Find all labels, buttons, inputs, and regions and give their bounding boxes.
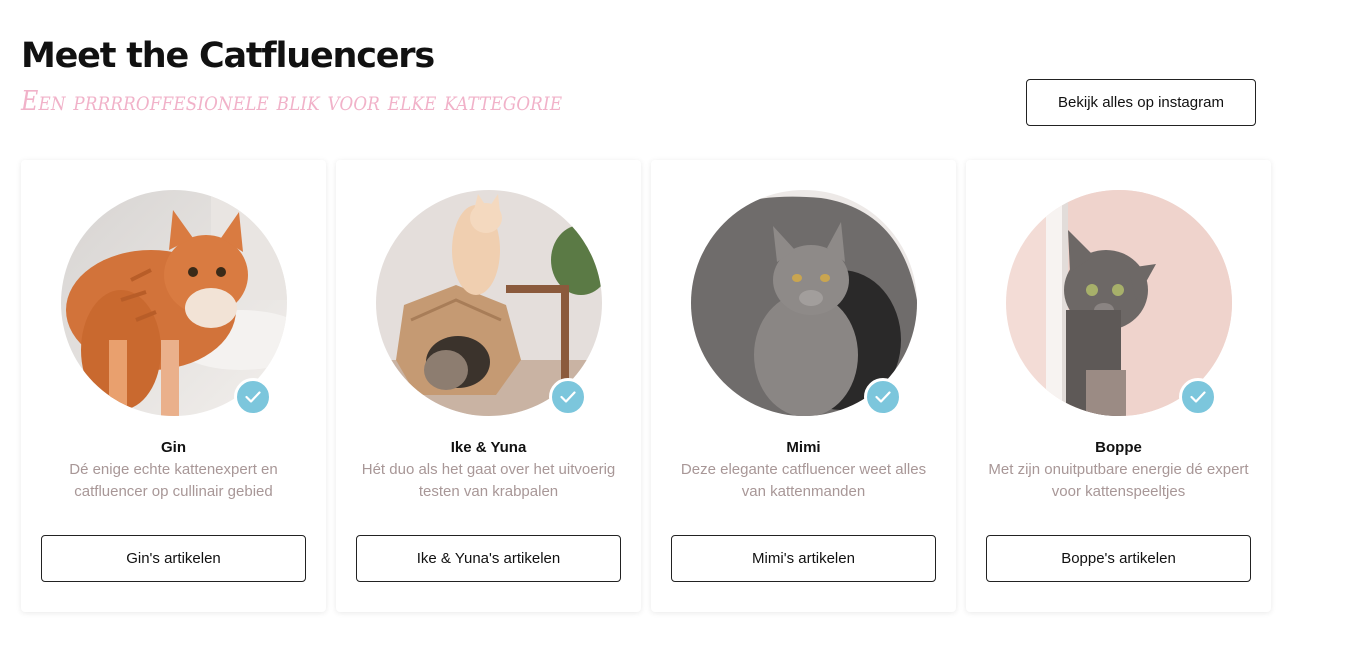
catfluencer-name: Gin bbox=[161, 439, 186, 456]
avatar-wrap bbox=[61, 190, 287, 416]
catfluencer-card-boppe: Boppe Met zijn onuitputbare energie dé e… bbox=[966, 160, 1271, 612]
catfluencer-card-gin: Gin Dé enige echte kattenexpert en catfl… bbox=[21, 160, 326, 612]
verified-check-icon bbox=[864, 378, 902, 416]
catfluencer-description: Dé enige echte kattenexpert en catfluenc… bbox=[69, 461, 278, 500]
catfluencer-name: Ike & Yuna bbox=[450, 439, 527, 456]
verified-check-icon bbox=[549, 378, 587, 416]
articles-button-gin[interactable]: Gin's artikelen bbox=[41, 535, 306, 582]
catfluencer-card-mimi: Mimi Deze elegante catfluencer weet alle… bbox=[651, 160, 956, 612]
catfluencer-cards: Gin Dé enige echte kattenexpert en catfl… bbox=[21, 160, 1271, 612]
catfluencer-name: Mimi bbox=[786, 439, 821, 456]
instagram-button[interactable]: Bekijk alles op instagram bbox=[1026, 79, 1256, 126]
catfluencer-description: Met zijn onuitputbare energie dé expert … bbox=[988, 461, 1249, 500]
articles-button-mimi[interactable]: Mimi's artikelen bbox=[671, 535, 936, 582]
catfluencer-description: Deze elegante catfluencer weet alles van… bbox=[680, 461, 927, 500]
avatar-wrap bbox=[376, 190, 602, 416]
articles-button-boppe[interactable]: Boppe's artikelen bbox=[986, 535, 1251, 582]
catfluencer-card-ike-yuna: Ike & Yuna Hét duo als het gaat over het… bbox=[336, 160, 641, 612]
verified-check-icon bbox=[234, 378, 272, 416]
catfluencer-name: Boppe bbox=[1095, 439, 1142, 456]
page-title: Meet the Catfluencers bbox=[21, 36, 435, 76]
page-subtitle: Een prrrroffesionele blik voor elke katt… bbox=[21, 86, 563, 117]
verified-check-icon bbox=[1179, 378, 1217, 416]
avatar-wrap bbox=[691, 190, 917, 416]
catfluencer-description: Hét duo als het gaat over het uitvoerig … bbox=[361, 461, 616, 500]
avatar-wrap bbox=[1006, 190, 1232, 416]
articles-button-ike-yuna[interactable]: Ike & Yuna's artikelen bbox=[356, 535, 621, 582]
